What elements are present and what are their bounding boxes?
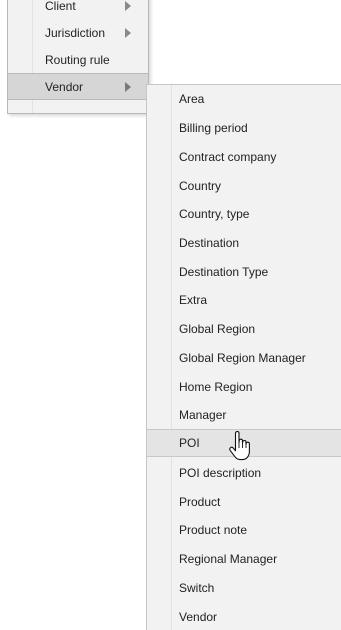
vendor-submenu: Area Billing period Contract company Cou… bbox=[146, 84, 341, 630]
menu-item-label: Jurisdiction bbox=[45, 25, 106, 40]
submenu-item-vendor[interactable]: Vendor bbox=[147, 603, 341, 630]
submenu-item-product-note[interactable]: Product note bbox=[147, 516, 341, 544]
submenu-item-destination-type[interactable]: Destination Type bbox=[147, 258, 341, 286]
submenu-item-global-region-manager[interactable]: Global Region Manager bbox=[147, 344, 341, 372]
submenu-item-poi[interactable]: POI bbox=[147, 429, 341, 457]
submenu-item-destination[interactable]: Destination bbox=[147, 229, 341, 257]
submenu-arrow-icon bbox=[125, 27, 131, 38]
submenu-item-global-region[interactable]: Global Region bbox=[147, 315, 341, 343]
submenu-item-regional-manager[interactable]: Regional Manager bbox=[147, 545, 341, 573]
menu-item-vendor[interactable]: Vendor bbox=[8, 73, 148, 100]
submenu-item-country-type[interactable]: Country, type bbox=[147, 200, 341, 228]
submenu-item-home-region[interactable]: Home Region bbox=[147, 373, 341, 401]
submenu-item-manager[interactable]: Manager bbox=[147, 401, 341, 429]
submenu-item-area[interactable]: Area bbox=[147, 85, 341, 113]
submenu-item-billing-period[interactable]: Billing period bbox=[147, 114, 341, 142]
menu-item-client[interactable]: Client bbox=[8, 0, 148, 19]
parent-menu: Client Jurisdiction Routing rule Vendor bbox=[7, 0, 149, 114]
submenu-item-contract-company[interactable]: Contract company bbox=[147, 143, 341, 171]
menu-item-routing-rule[interactable]: Routing rule bbox=[8, 46, 148, 73]
submenu-item-product[interactable]: Product bbox=[147, 488, 341, 516]
submenu-item-poi-description[interactable]: POI description bbox=[147, 459, 341, 487]
submenu-item-switch[interactable]: Switch bbox=[147, 574, 341, 602]
menu-item-label: Routing rule bbox=[45, 52, 110, 67]
context-menu-stage: Client Jurisdiction Routing rule Vendor … bbox=[0, 0, 341, 630]
menu-item-label: Vendor bbox=[45, 79, 84, 94]
submenu-item-extra[interactable]: Extra bbox=[147, 286, 341, 314]
menu-item-label: Client bbox=[45, 0, 76, 13]
submenu-item-country[interactable]: Country bbox=[147, 172, 341, 200]
submenu-arrow-icon bbox=[125, 0, 131, 11]
submenu-arrow-icon bbox=[125, 81, 131, 92]
menu-item-jurisdiction[interactable]: Jurisdiction bbox=[8, 19, 148, 46]
